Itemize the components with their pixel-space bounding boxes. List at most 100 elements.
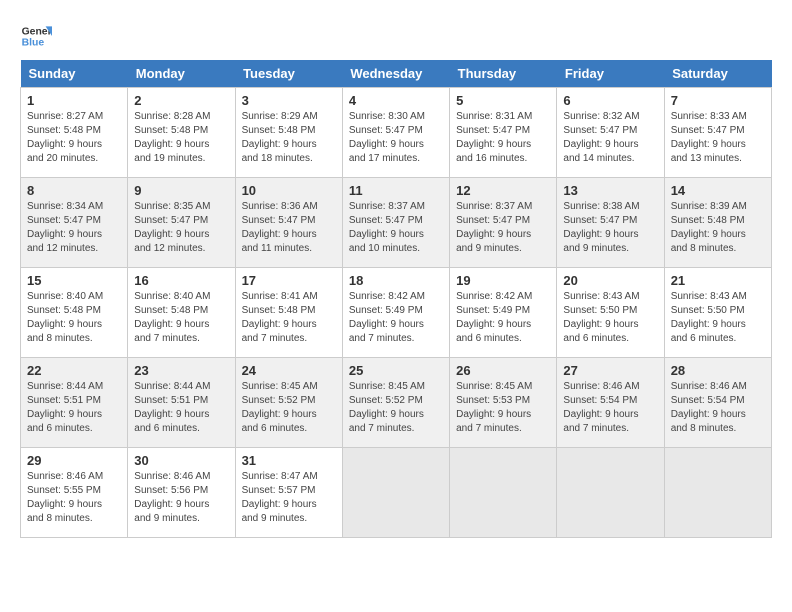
day-number: 7 xyxy=(671,93,765,108)
day-info: Sunrise: 8:45 AMSunset: 5:52 PMDaylight:… xyxy=(349,381,425,434)
day-number: 1 xyxy=(27,93,121,108)
day-info: Sunrise: 8:44 AMSunset: 5:51 PMDaylight:… xyxy=(134,381,210,434)
calendar-table: SundayMondayTuesdayWednesdayThursdayFrid… xyxy=(20,60,772,538)
day-info: Sunrise: 8:29 AMSunset: 5:48 PMDaylight:… xyxy=(242,111,318,164)
calendar-cell: 8Sunrise: 8:34 AMSunset: 5:47 PMDaylight… xyxy=(21,178,128,268)
day-info: Sunrise: 8:45 AMSunset: 5:53 PMDaylight:… xyxy=(456,381,532,434)
day-info: Sunrise: 8:36 AMSunset: 5:47 PMDaylight:… xyxy=(242,201,318,254)
day-number: 27 xyxy=(563,363,657,378)
day-info: Sunrise: 8:35 AMSunset: 5:47 PMDaylight:… xyxy=(134,201,210,254)
calendar-cell: 6 Sunrise: 8:32 AMSunset: 5:47 PMDaylight… xyxy=(557,88,664,178)
day-number: 6 xyxy=(563,93,657,108)
day-info: Sunrise: 8:41 AMSunset: 5:48 PMDaylight:… xyxy=(242,291,318,344)
day-number: 15 xyxy=(27,273,121,288)
day-number: 16 xyxy=(134,273,228,288)
day-info: Sunrise: 8:37 AMSunset: 5:47 PMDaylight:… xyxy=(349,201,425,254)
day-number: 9 xyxy=(134,183,228,198)
day-number: 28 xyxy=(671,363,765,378)
calendar-cell: 25 Sunrise: 8:45 AMSunset: 5:52 PMDayligh… xyxy=(342,358,449,448)
week-row-3: 15 Sunrise: 8:40 AMSunset: 5:48 PMDayligh… xyxy=(21,268,772,358)
calendar-cell: 2 Sunrise: 8:28 AMSunset: 5:48 PMDaylight… xyxy=(128,88,235,178)
calendar-cell: 14 Sunrise: 8:39 AMSunset: 5:48 PMDayligh… xyxy=(664,178,771,268)
day-info: Sunrise: 8:46 AMSunset: 5:56 PMDaylight:… xyxy=(134,471,210,524)
calendar-cell: 28 Sunrise: 8:46 AMSunset: 5:54 PMDayligh… xyxy=(664,358,771,448)
day-number: 31 xyxy=(242,453,336,468)
day-number: 4 xyxy=(349,93,443,108)
day-info: Sunrise: 8:28 AMSunset: 5:48 PMDaylight:… xyxy=(134,111,210,164)
day-info: Sunrise: 8:30 AMSunset: 5:47 PMDaylight:… xyxy=(349,111,425,164)
day-number: 13 xyxy=(563,183,657,198)
calendar-cell xyxy=(450,448,557,538)
day-number: 5 xyxy=(456,93,550,108)
day-number: 18 xyxy=(349,273,443,288)
header-thursday: Thursday xyxy=(450,60,557,88)
week-row-4: 22 Sunrise: 8:44 AMSunset: 5:51 PMDayligh… xyxy=(21,358,772,448)
day-number: 3 xyxy=(242,93,336,108)
calendar-cell: 27 Sunrise: 8:46 AMSunset: 5:54 PMDayligh… xyxy=(557,358,664,448)
header-sunday: Sunday xyxy=(21,60,128,88)
calendar-cell: 17 Sunrise: 8:41 AMSunset: 5:48 PMDayligh… xyxy=(235,268,342,358)
day-info: Sunrise: 8:43 AMSunset: 5:50 PMDaylight:… xyxy=(671,291,747,344)
calendar-cell: 9 Sunrise: 8:35 AMSunset: 5:47 PMDaylight… xyxy=(128,178,235,268)
calendar-cell: 18Sunrise: 8:42 AMSunset: 5:49 PMDayligh… xyxy=(342,268,449,358)
calendar-cell: 30 Sunrise: 8:46 AMSunset: 5:56 PMDayligh… xyxy=(128,448,235,538)
logo-icon: General Blue xyxy=(20,20,52,52)
day-info: Sunrise: 8:32 AMSunset: 5:47 PMDaylight:… xyxy=(563,111,639,164)
day-info: Sunrise: 8:33 AMSunset: 5:47 PMDaylight:… xyxy=(671,111,747,164)
day-info: Sunrise: 8:40 AMSunset: 5:48 PMDaylight:… xyxy=(27,291,103,344)
calendar-cell: 21 Sunrise: 8:43 AMSunset: 5:50 PMDayligh… xyxy=(664,268,771,358)
day-number: 11 xyxy=(349,183,443,198)
calendar-cell: 11 Sunrise: 8:37 AMSunset: 5:47 PMDayligh… xyxy=(342,178,449,268)
week-row-1: 1 Sunrise: 8:27 AMSunset: 5:48 PMDaylight… xyxy=(21,88,772,178)
week-row-5: 29 Sunrise: 8:46 AMSunset: 5:55 PMDayligh… xyxy=(21,448,772,538)
day-info: Sunrise: 8:46 AMSunset: 5:54 PMDaylight:… xyxy=(671,381,747,434)
day-info: Sunrise: 8:39 AMSunset: 5:48 PMDaylight:… xyxy=(671,201,747,254)
day-info: Sunrise: 8:47 AMSunset: 5:57 PMDaylight:… xyxy=(242,471,318,524)
day-number: 29 xyxy=(27,453,121,468)
calendar-cell: 26 Sunrise: 8:45 AMSunset: 5:53 PMDayligh… xyxy=(450,358,557,448)
calendar-cell: 19Sunrise: 8:42 AMSunset: 5:49 PMDayligh… xyxy=(450,268,557,358)
day-info: Sunrise: 8:46 AMSunset: 5:55 PMDaylight:… xyxy=(27,471,103,524)
day-number: 24 xyxy=(242,363,336,378)
header-friday: Friday xyxy=(557,60,664,88)
day-number: 17 xyxy=(242,273,336,288)
day-number: 10 xyxy=(242,183,336,198)
calendar-cell: 12Sunrise: 8:37 AMSunset: 5:47 PMDayligh… xyxy=(450,178,557,268)
page-header: General Blue xyxy=(20,20,772,52)
header-row: SundayMondayTuesdayWednesdayThursdayFrid… xyxy=(21,60,772,88)
day-info: Sunrise: 8:42 AMSunset: 5:49 PMDaylight:… xyxy=(456,291,532,344)
calendar-cell: 16 Sunrise: 8:40 AMSunset: 5:48 PMDayligh… xyxy=(128,268,235,358)
calendar-cell: 29 Sunrise: 8:46 AMSunset: 5:55 PMDayligh… xyxy=(21,448,128,538)
day-info: Sunrise: 8:27 AMSunset: 5:48 PMDaylight:… xyxy=(27,111,103,164)
calendar-cell: 13Sunrise: 8:38 AMSunset: 5:47 PMDayligh… xyxy=(557,178,664,268)
day-info: Sunrise: 8:46 AMSunset: 5:54 PMDaylight:… xyxy=(563,381,639,434)
header-wednesday: Wednesday xyxy=(342,60,449,88)
day-info: Sunrise: 8:44 AMSunset: 5:51 PMDaylight:… xyxy=(27,381,103,434)
day-number: 20 xyxy=(563,273,657,288)
logo: General Blue xyxy=(20,20,52,52)
day-number: 2 xyxy=(134,93,228,108)
week-row-2: 8Sunrise: 8:34 AMSunset: 5:47 PMDaylight… xyxy=(21,178,772,268)
day-number: 23 xyxy=(134,363,228,378)
calendar-cell: 31 Sunrise: 8:47 AMSunset: 5:57 PMDayligh… xyxy=(235,448,342,538)
day-number: 22 xyxy=(27,363,121,378)
calendar-cell xyxy=(557,448,664,538)
day-number: 21 xyxy=(671,273,765,288)
day-number: 26 xyxy=(456,363,550,378)
header-monday: Monday xyxy=(128,60,235,88)
calendar-cell: 22 Sunrise: 8:44 AMSunset: 5:51 PMDayligh… xyxy=(21,358,128,448)
day-info: Sunrise: 8:40 AMSunset: 5:48 PMDaylight:… xyxy=(134,291,210,344)
calendar-cell xyxy=(342,448,449,538)
day-number: 30 xyxy=(134,453,228,468)
svg-text:Blue: Blue xyxy=(22,38,45,49)
calendar-cell: 7 Sunrise: 8:33 AMSunset: 5:47 PMDaylight… xyxy=(664,88,771,178)
day-number: 25 xyxy=(349,363,443,378)
header-tuesday: Tuesday xyxy=(235,60,342,88)
day-number: 8 xyxy=(27,183,121,198)
calendar-cell: 20Sunrise: 8:43 AMSunset: 5:50 PMDayligh… xyxy=(557,268,664,358)
calendar-cell: 23 Sunrise: 8:44 AMSunset: 5:51 PMDayligh… xyxy=(128,358,235,448)
calendar-cell: 10 Sunrise: 8:36 AMSunset: 5:47 PMDayligh… xyxy=(235,178,342,268)
day-number: 14 xyxy=(671,183,765,198)
calendar-cell: 4 Sunrise: 8:30 AMSunset: 5:47 PMDaylight… xyxy=(342,88,449,178)
calendar-cell: 15 Sunrise: 8:40 AMSunset: 5:48 PMDayligh… xyxy=(21,268,128,358)
